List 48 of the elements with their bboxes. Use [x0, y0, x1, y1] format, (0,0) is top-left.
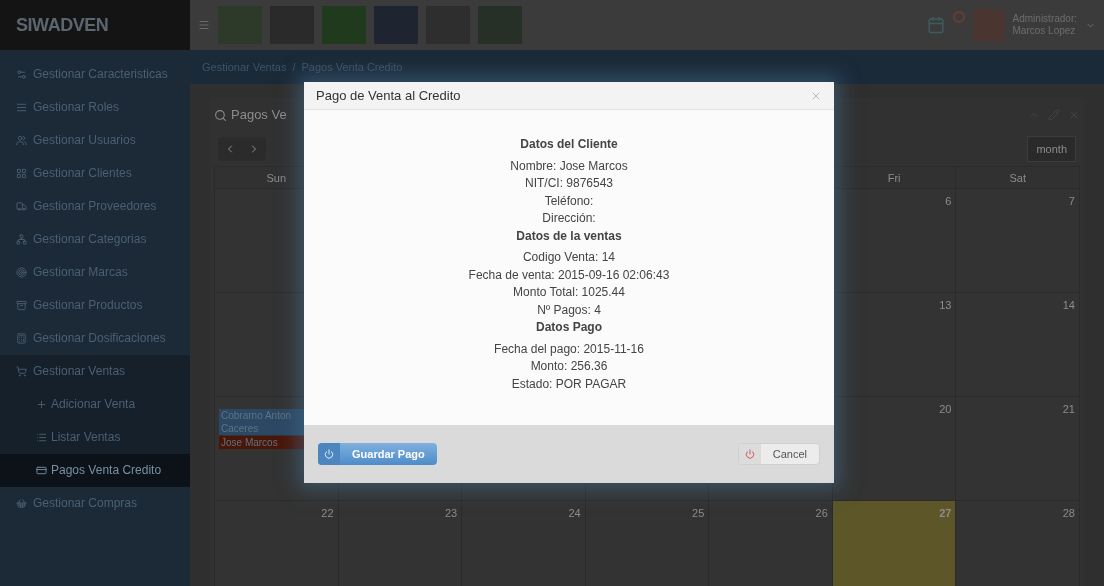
- detail-line: Codigo Venta: 14: [522, 249, 616, 266]
- sidebar-item[interactable]: Gestionar Caracteristicas: [0, 58, 190, 91]
- sidebar-subitem[interactable]: Listar Ventas: [0, 421, 190, 454]
- calendar-day[interactable]: 6: [832, 189, 957, 293]
- section-heading: Datos de la ventas: [516, 227, 622, 245]
- calendar-day[interactable]: 14: [956, 293, 1080, 397]
- detail-line: Dirección:: [542, 210, 596, 227]
- section-heading: Datos Pago: [536, 319, 602, 336]
- panel-title: Pagos Ve: [231, 106, 287, 125]
- sidebar-subitem[interactable]: Adicionar Venta: [0, 388, 190, 421]
- calendar-day[interactable]: 7: [956, 189, 1080, 293]
- sidebar-item[interactable]: Gestionar Dosificaciones: [0, 322, 190, 355]
- calendar-day[interactable]: 21: [956, 397, 1080, 501]
- section-heading: Datos del Cliente: [520, 136, 618, 153]
- save-payment-button[interactable]: Guardar Pago: [318, 443, 437, 465]
- sidebar-subitem[interactable]: Pagos Venta Credito: [0, 454, 190, 487]
- detail-line: Nº Pagos: 4: [537, 301, 601, 319]
- detail-line: NIT/CI: 9876543: [524, 175, 614, 192]
- calendar-icon[interactable]: [926, 16, 945, 34]
- power-icon: [744, 449, 755, 459]
- sidebar-item[interactable]: Gestionar Marcas: [0, 256, 190, 289]
- detail-line: Fecha de venta: 2015-09-16 02:06:43: [468, 266, 670, 284]
- sidebar-item[interactable]: Gestionar Ventas: [0, 355, 190, 388]
- sidebar-item[interactable]: Gestionar Proveedores: [0, 190, 190, 223]
- month-view-button[interactable]: month: [1027, 135, 1076, 163]
- sidebar-item[interactable]: Gestionar Categorias: [0, 223, 190, 256]
- sidebar-item[interactable]: Gestionar Usuarios: [0, 124, 190, 157]
- sidebar-item[interactable]: Gestionar Compras: [0, 487, 190, 520]
- search-icon: [214, 108, 227, 122]
- power-icon: [324, 449, 334, 459]
- app-logo: SIWADVEN: [16, 13, 109, 37]
- photo-placeholder[interactable]: [322, 6, 366, 44]
- sidebar-item[interactable]: Gestionar Clientes: [0, 157, 190, 190]
- calendar-day[interactable]: 20: [832, 397, 957, 501]
- calendar-day[interactable]: 27: [832, 501, 957, 586]
- detail-line: Teléfono:: [544, 192, 594, 210]
- detail-line: Monto: 256.36: [530, 358, 608, 375]
- calendar-day[interactable]: 13: [832, 293, 957, 397]
- breadcrumb-separator: /: [292, 59, 296, 75]
- detail-line: Monto Total: 1025.44: [513, 284, 625, 301]
- detail-line: Nombre: Jose Marcos: [510, 157, 628, 175]
- sidebar-item[interactable]: Gestionar Roles: [0, 91, 190, 124]
- photo-placeholder[interactable]: [374, 6, 418, 44]
- detail-line: Estado: POR PAGAR: [511, 375, 627, 393]
- cancel-button[interactable]: Cancel: [737, 443, 820, 465]
- sidebar-item[interactable]: Gestionar Productos: [0, 289, 190, 322]
- detail-line: Fecha del pago: 2015-11-16: [494, 340, 644, 358]
- modal-title: Pago de Venta al Credito: [316, 86, 461, 105]
